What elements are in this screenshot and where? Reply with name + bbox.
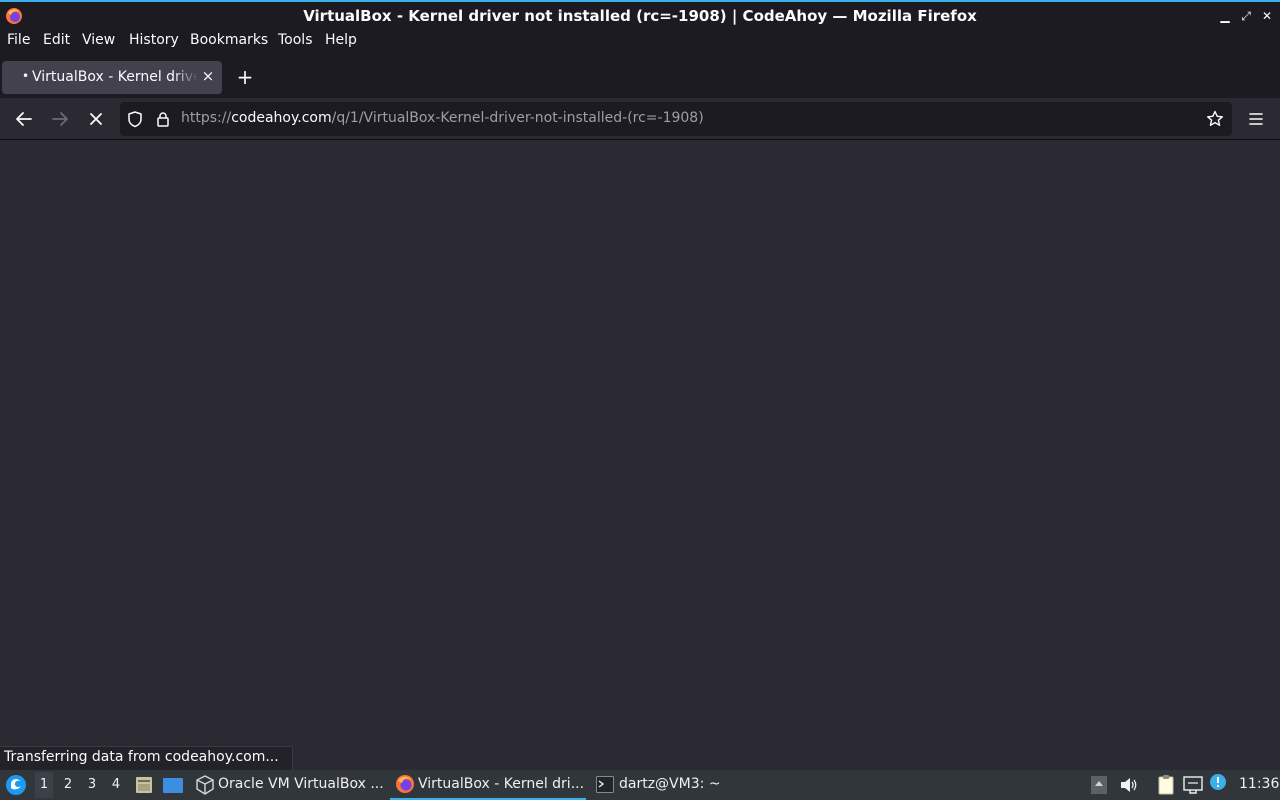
menu-file[interactable]: File: [7, 32, 30, 48]
url-scheme: https://: [181, 110, 232, 126]
file-manager-icon[interactable]: [134, 775, 154, 795]
shield-icon[interactable]: [126, 110, 144, 128]
window-title: VirtualBox - Kernel driver not installed…: [303, 7, 977, 25]
terminal-icon: [596, 776, 614, 793]
tab-active[interactable]: • VirtualBox - Kernel driver not install…: [2, 61, 222, 94]
firefox-icon: [396, 775, 414, 793]
menu-help[interactable]: Help: [325, 32, 357, 48]
maximize-icon[interactable]: ⤢: [1238, 8, 1254, 24]
tray-toggle-icon[interactable]: [1090, 775, 1108, 795]
url-path: /q/1/VirtualBox-Kernel-driver-not-instal…: [331, 110, 704, 126]
task-label: Oracle VM VirtualBox ...: [218, 776, 384, 792]
network-icon[interactable]: [1182, 775, 1204, 795]
menu-bookmarks[interactable]: Bookmarks: [190, 32, 268, 48]
app-launcher-icon[interactable]: [5, 774, 27, 796]
volume-icon[interactable]: [1119, 775, 1139, 795]
task-label: dartz@VM3: ~: [619, 776, 721, 792]
desktop-1[interactable]: 1: [35, 772, 53, 798]
app-menu-icon[interactable]: [1244, 107, 1268, 131]
clipboard-icon[interactable]: [1156, 774, 1176, 796]
minimize-icon[interactable]: ▁: [1217, 8, 1233, 24]
notifications-icon[interactable]: [1208, 773, 1228, 793]
tab-label: VirtualBox - Kernel driver not installed…: [32, 69, 198, 85]
bookmark-star-icon[interactable]: [1206, 110, 1224, 128]
task-firefox[interactable]: VirtualBox - Kernel dri...: [390, 770, 586, 800]
show-desktop-icon[interactable]: [162, 775, 184, 795]
status-panel: Transferring data from codeahoy.com...: [0, 746, 293, 770]
stop-loading-icon[interactable]: [84, 107, 108, 131]
lock-icon[interactable]: [154, 110, 172, 128]
tab-close-icon[interactable]: ×: [200, 67, 216, 87]
url-text[interactable]: https://codeahoy.com/q/1/VirtualBox-Kern…: [181, 110, 704, 126]
loading-indicator: •: [22, 69, 30, 83]
close-window-icon[interactable]: ✕: [1259, 8, 1275, 24]
url-host: codeahoy.com: [231, 110, 332, 126]
task-terminal[interactable]: dartz@VM3: ~: [592, 770, 732, 800]
task-label: VirtualBox - Kernel dri...: [418, 776, 585, 792]
menu-bar: File Edit View History Bookmarks Tools H…: [0, 30, 1280, 52]
menu-tools[interactable]: Tools: [278, 32, 313, 48]
virtualbox-icon: [196, 775, 214, 795]
desktop-3[interactable]: 3: [83, 777, 101, 792]
clock[interactable]: 11:36: [1239, 776, 1279, 792]
new-tab-button[interactable]: +: [234, 64, 256, 90]
task-virtualbox[interactable]: Oracle VM VirtualBox ...: [192, 770, 386, 800]
menu-history[interactable]: History: [129, 32, 179, 48]
desktop-2[interactable]: 2: [59, 777, 77, 792]
desktop-4[interactable]: 4: [107, 777, 125, 792]
menu-edit[interactable]: Edit: [43, 32, 70, 48]
window-titlebar: VirtualBox - Kernel driver not installed…: [0, 0, 1280, 30]
taskbar: 1 2 3 4 Oracle VM VirtualBox ... Virtual…: [0, 770, 1280, 800]
tab-strip: • VirtualBox - Kernel driver not install…: [0, 52, 1280, 98]
page-content: [0, 140, 1280, 770]
menu-view[interactable]: View: [82, 32, 115, 48]
forward-arrow-icon[interactable]: [48, 107, 72, 131]
back-arrow-icon[interactable]: [12, 107, 36, 131]
url-bar[interactable]: https://codeahoy.com/q/1/VirtualBox-Kern…: [120, 102, 1232, 136]
nav-bar: https://codeahoy.com/q/1/VirtualBox-Kern…: [0, 98, 1280, 140]
